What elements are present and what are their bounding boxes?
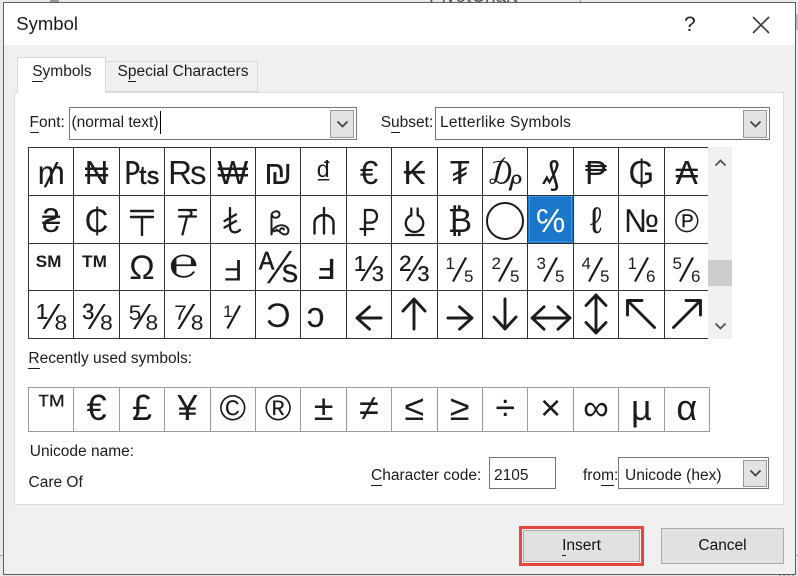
svg-text:5: 5	[464, 267, 473, 282]
svg-text:6: 6	[691, 267, 700, 282]
svg-text:5: 5	[601, 267, 610, 282]
svg-text:3: 3	[537, 257, 546, 273]
svg-text:1: 1	[628, 257, 637, 273]
svg-text:4: 4	[582, 257, 591, 273]
svg-text:6: 6	[646, 267, 655, 282]
svg-text:1: 1	[223, 305, 232, 321]
svg-text:2: 2	[492, 257, 501, 273]
svg-text:5: 5	[555, 267, 564, 282]
svg-text:5: 5	[510, 267, 519, 282]
svg-text:1: 1	[446, 257, 455, 273]
svg-text:5: 5	[673, 257, 682, 273]
